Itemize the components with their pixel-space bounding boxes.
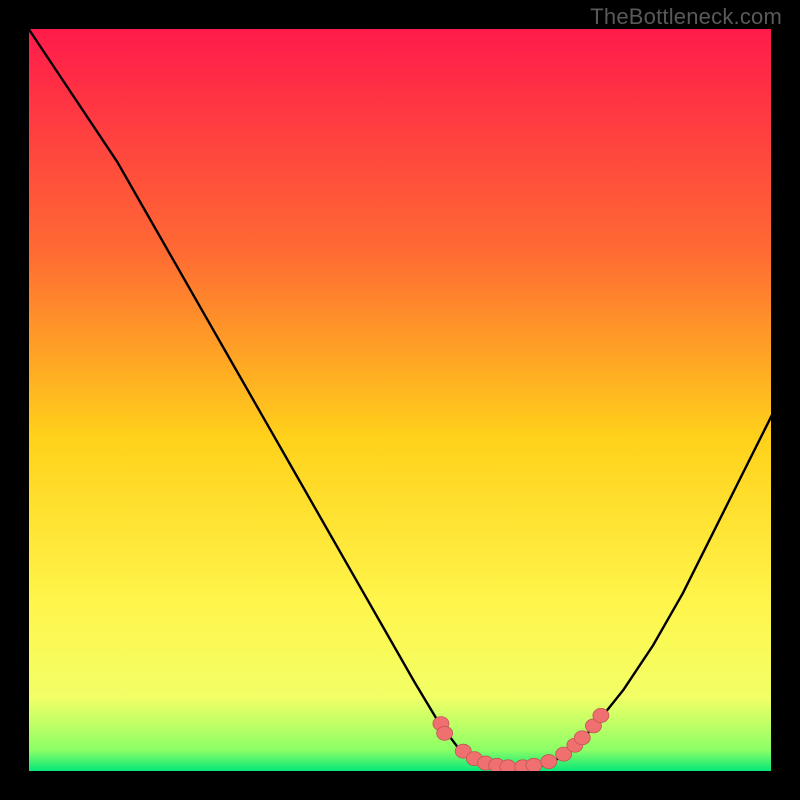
optimal-point	[574, 731, 590, 745]
optimal-point	[526, 758, 542, 772]
watermark-text: TheBottleneck.com	[590, 4, 782, 30]
bottleneck-curve-chart	[28, 28, 772, 772]
optimal-point	[541, 755, 557, 769]
gradient-background	[28, 28, 772, 772]
chart-container: TheBottleneck.com	[0, 0, 800, 800]
optimal-point	[500, 760, 516, 772]
optimal-point	[593, 708, 609, 722]
optimal-point	[437, 726, 453, 740]
plot-area	[28, 28, 772, 772]
